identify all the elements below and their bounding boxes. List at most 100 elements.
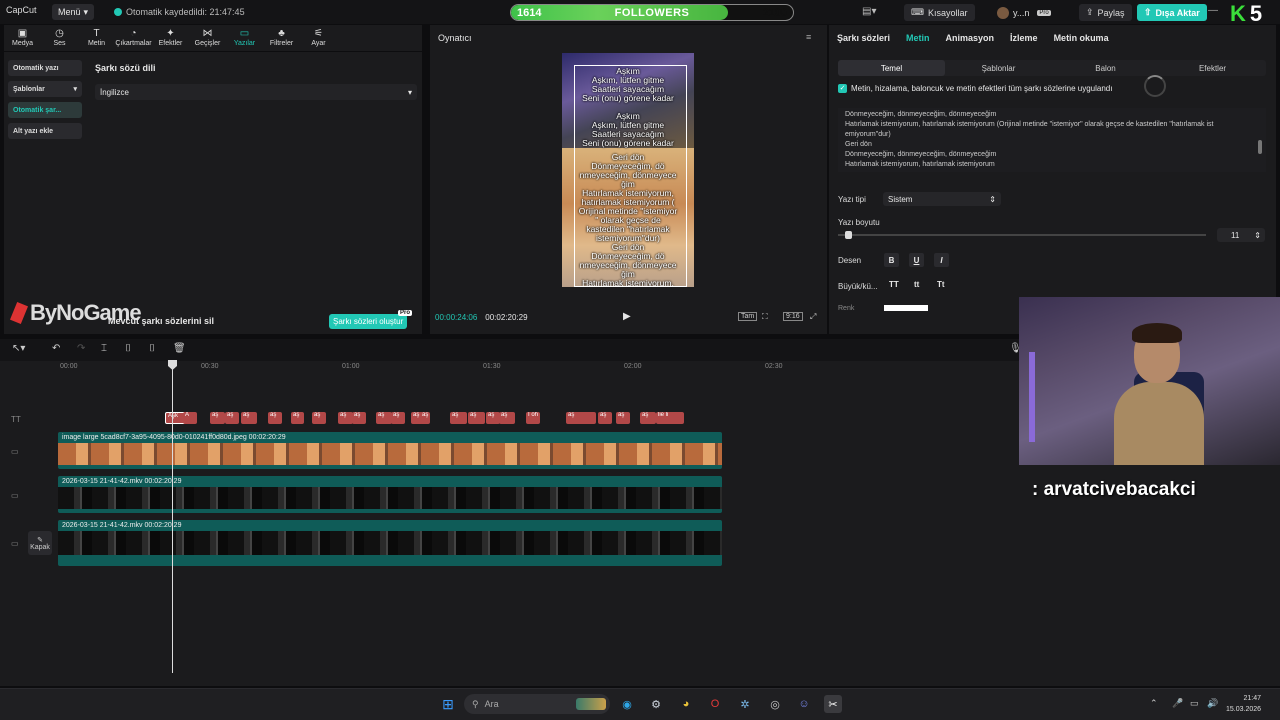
tab-çıkartmalar[interactable]: ◔ Çıkartmalar	[115, 25, 152, 51]
lyric-clip[interactable]: aş	[499, 412, 515, 424]
fit-icon[interactable]: ⛶	[762, 312, 768, 322]
subtab-temel[interactable]: Temel	[838, 60, 945, 76]
split-right-icon[interactable]: ⌷	[149, 343, 155, 354]
lyric-clip[interactable]: aş	[268, 412, 282, 424]
underline-button[interactable]: U	[909, 253, 924, 267]
app-icon[interactable]: ✲	[736, 695, 754, 713]
font-size-slider-handle[interactable]	[845, 231, 852, 239]
menu-button[interactable]: Menü ▾	[52, 4, 95, 20]
tab-yazılar[interactable]: ▭ Yazılar	[226, 25, 263, 51]
color-swatch[interactable]	[884, 305, 928, 311]
aspect-ratio-button[interactable]: 9:16	[783, 312, 803, 321]
lyric-clip[interactable]: aş	[376, 412, 392, 424]
subtab-balon[interactable]: Balon	[1052, 60, 1159, 76]
chrome-icon[interactable]: ◕	[677, 695, 695, 713]
tab-ses[interactable]: ◷ Ses	[41, 25, 78, 51]
tab-animasyon[interactable]: Animasyon	[946, 33, 995, 43]
layout-icon[interactable]: ▤▾	[862, 6, 876, 17]
lyric-clip[interactable]: aş	[312, 412, 326, 424]
cover-button[interactable]: ✎ Kapak	[28, 531, 52, 555]
delete-existing-lyrics[interactable]: Mevcut şarkı sözlerini sil	[108, 316, 214, 326]
player-menu-icon[interactable]: ≡	[806, 32, 811, 42]
taskbar-search[interactable]: ⚲ Ara	[464, 694, 610, 714]
lyric-clip[interactable]: lie li	[656, 412, 684, 424]
steam-icon[interactable]: ⚙	[647, 695, 665, 713]
windows-start-icon[interactable]: ⊞	[439, 695, 457, 713]
lyrics-text-editor[interactable]: Dönmeyeceğim, dönmeyeceğim, dönmeyeceğim…	[838, 108, 1266, 172]
timeline-ruler[interactable]: 00:00 00:30 01:00 01:30 02:00 02:30	[58, 361, 1020, 373]
fullscreen-icon[interactable]: ⤢	[810, 312, 816, 322]
image-clip[interactable]: image large 5cad8cf7-3a95-4095-80d0-0102…	[58, 432, 722, 469]
split-icon[interactable]: ⌶	[101, 343, 107, 354]
italic-button[interactable]: I	[934, 253, 949, 267]
tab-medya[interactable]: ▣ Medya	[4, 25, 41, 51]
select-tool-icon[interactable]: ↖▾	[12, 343, 25, 354]
lyric-clip[interactable]: aş	[210, 412, 225, 424]
create-lyrics-button[interactable]: Şarkı sözleri oluştur	[329, 314, 408, 329]
lyric-clip[interactable]: aş	[486, 412, 500, 424]
tab-i̇zleme[interactable]: İzleme	[1010, 33, 1038, 43]
text-selection-box[interactable]	[574, 65, 687, 287]
font-select[interactable]: Sistem ⇕	[883, 192, 1001, 206]
case-title-button[interactable]: Tt	[937, 280, 945, 289]
tab-metin-okuma[interactable]: Metin okuma	[1054, 33, 1109, 43]
redo-icon[interactable]: ↷	[77, 343, 85, 354]
bold-button[interactable]: B	[884, 253, 899, 267]
sidebar-item-add-subtitle[interactable]: Alt yazı ekle	[8, 123, 82, 139]
subtab-efektler[interactable]: Efektler	[1159, 60, 1266, 76]
preview-canvas[interactable]: Aşkım Aşkım, lütfen gitme Saatleri sayacağ…	[562, 53, 694, 287]
video-clip-2[interactable]: 2026-03-15 21-41-42.mkv 00:02:20:29	[58, 520, 722, 566]
taskbar-clock[interactable]: 21:47 15.03.2026	[1226, 693, 1261, 715]
lyric-clip[interactable]: aş	[241, 412, 257, 424]
mic-tray-icon[interactable]: 🎤	[1172, 698, 1183, 709]
sidebar-item-auto-lyrics[interactable]: Otomatik şar...	[8, 102, 82, 118]
language-select[interactable]: İngilizce ▾	[95, 84, 417, 100]
opera-icon[interactable]: O	[706, 695, 724, 713]
font-size-slider[interactable]	[838, 234, 1206, 236]
shortcuts-button[interactable]: ⌨ Kısayollar	[904, 4, 975, 21]
lyric-clip[interactable]: aş	[338, 412, 353, 424]
play-icon[interactable]: ▶	[623, 311, 631, 322]
tab-filtreler[interactable]: ♣ Filtreler	[263, 25, 300, 51]
tab-geçişler[interactable]: ⋈ Geçişler	[189, 25, 226, 51]
minimize-icon[interactable]: —	[1208, 5, 1218, 16]
font-size-input[interactable]: 11 ⇕	[1217, 228, 1265, 242]
lyric-clip[interactable]: aş	[616, 412, 630, 424]
playhead[interactable]	[172, 361, 173, 673]
lyric-clip[interactable]: I oh I	[526, 412, 540, 424]
fullscale-button[interactable]: Tam	[738, 312, 758, 321]
user-menu[interactable]: y...n Pro	[990, 4, 1058, 21]
lyric-clip[interactable]: aş	[450, 412, 467, 424]
delete-icon[interactable]: 🗑	[173, 343, 186, 354]
subtab-şablonlar[interactable]: Şablonlar	[945, 60, 1052, 76]
case-lower-button[interactable]: tt	[914, 280, 919, 289]
tray-chevron-icon[interactable]: ⌃	[1150, 698, 1158, 709]
sidebar-item-auto-caption[interactable]: Otomatik yazı	[8, 60, 82, 76]
tab-ayar[interactable]: ⚟ Ayar	[300, 25, 337, 51]
sidebar-item-templates[interactable]: Şablonlar ▾	[8, 81, 82, 97]
lyric-clip[interactable]: A	[183, 412, 197, 424]
lyric-clip[interactable]: aş	[420, 412, 430, 424]
lyric-clip[interactable]: aş	[468, 412, 485, 424]
volume-icon[interactable]: 🔊	[1207, 698, 1218, 709]
recording-app-icon[interactable]: ◎	[766, 695, 784, 713]
text-scrollbar[interactable]	[1258, 140, 1262, 154]
video-clip-1[interactable]: 2026-03-15 21-41-42.mkv 00:02:20:29	[58, 476, 722, 513]
lyric-clip[interactable]: aş	[640, 412, 656, 424]
case-upper-button[interactable]: TT	[889, 280, 899, 289]
lyric-clip[interactable]: aş	[291, 412, 304, 424]
share-button[interactable]: ⇪ Paylaş	[1079, 4, 1132, 21]
export-button[interactable]: ⇧ Dışa Aktar	[1137, 4, 1207, 21]
lyric-clip[interactable]: aş	[598, 412, 612, 424]
lyric-clip[interactable]: aş	[352, 412, 366, 424]
tab-metin[interactable]: T Metin	[78, 25, 115, 51]
tab-efektler[interactable]: ✦ Efektler	[152, 25, 189, 51]
apply-to-all-checkbox[interactable]: ✓ Metin, hizalama, baloncuk ve metin efek…	[838, 84, 1112, 93]
lyric-clip[interactable]: aş	[225, 412, 239, 424]
capcut-taskbar-icon[interactable]: ✂	[824, 695, 842, 713]
lyric-clip[interactable]: aş	[391, 412, 405, 424]
undo-icon[interactable]: ↶	[52, 343, 60, 354]
discord-icon[interactable]: ☺	[795, 695, 813, 713]
tab-şarkı-sözleri[interactable]: Şarkı sözleri	[837, 33, 890, 43]
split-left-icon[interactable]: ⌷	[125, 343, 131, 354]
